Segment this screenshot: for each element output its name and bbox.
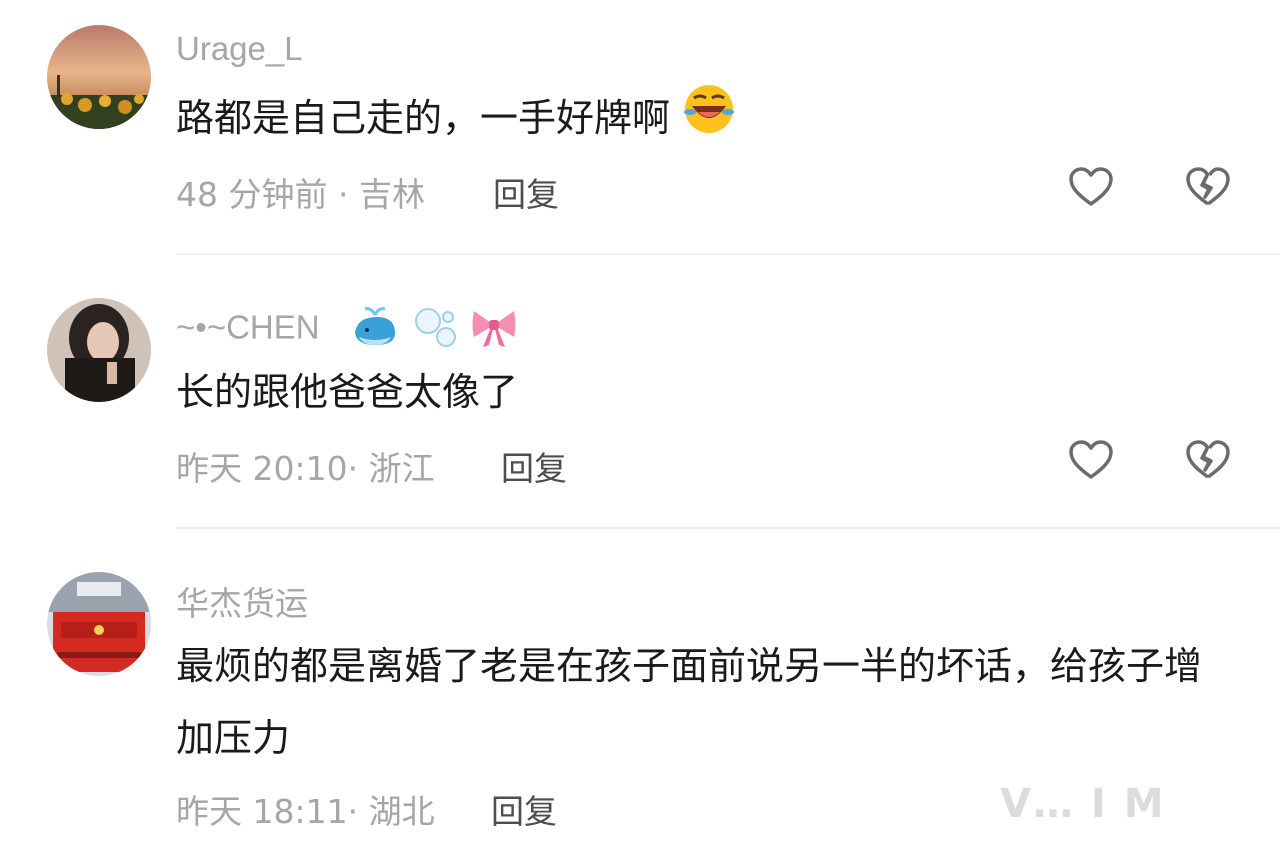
comment-meta: 昨天 18:11· 湖北 bbox=[176, 792, 435, 831]
comment-text: 最烦的都是离婚了老是在孩子面前说另一半的坏话，给孩子增加压力 bbox=[176, 644, 1203, 760]
reply-button[interactable]: 回复 bbox=[491, 785, 557, 833]
avatar[interactable] bbox=[47, 572, 151, 676]
watermark: V… I M bbox=[1000, 781, 1166, 827]
username[interactable]: 华杰货运 bbox=[176, 577, 308, 625]
comment-item: 华杰货运 最烦的都是离婚了老是在孩子面前说另一半的坏话，给孩子增加压力 昨天 1… bbox=[0, 0, 1280, 846]
